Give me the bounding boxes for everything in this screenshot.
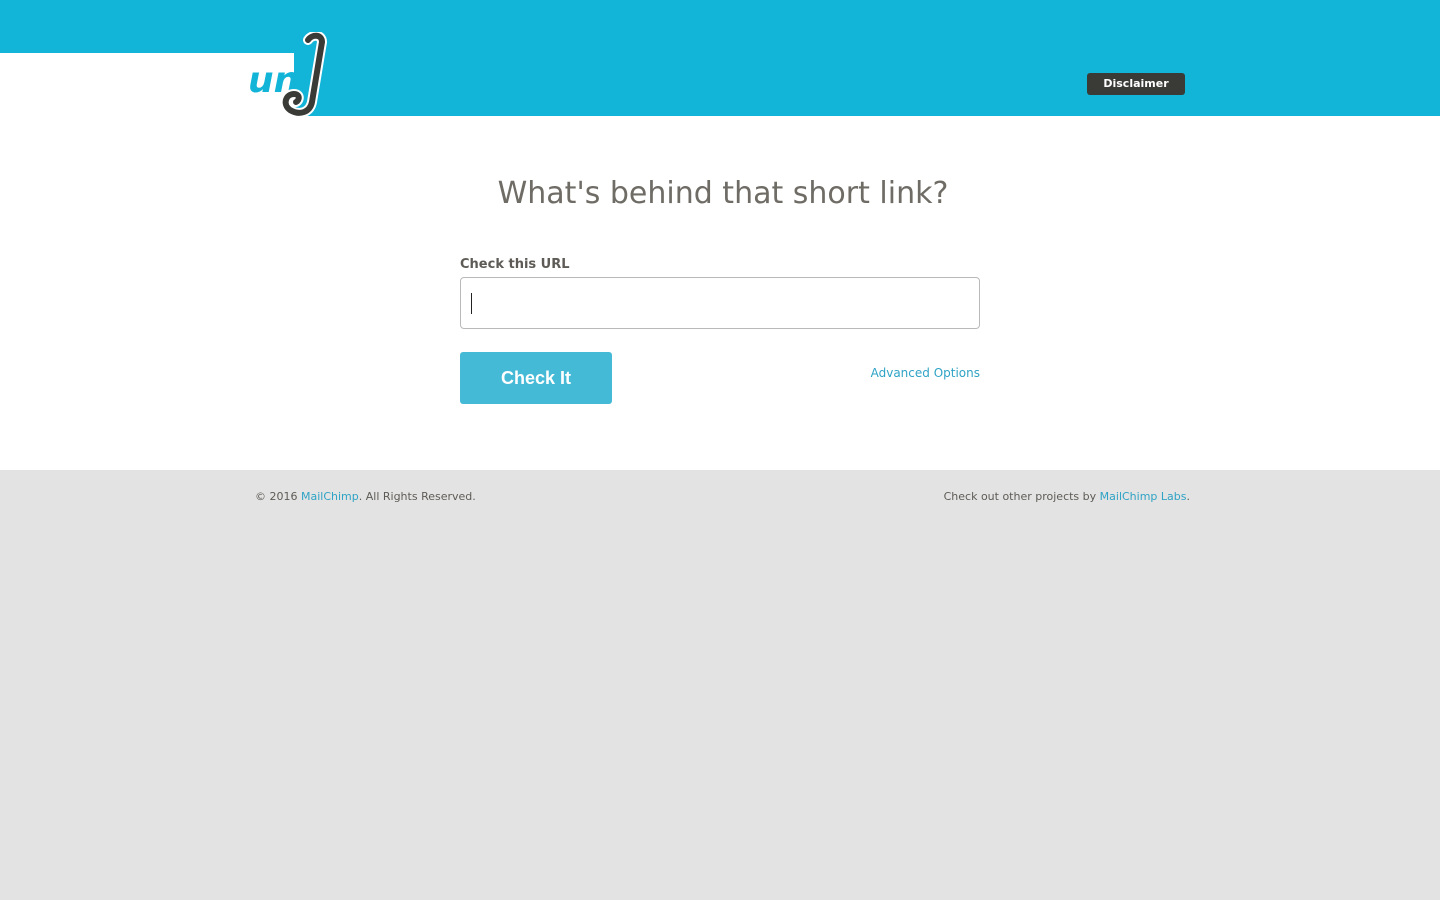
copyright-suffix: . All Rights Reserved. bbox=[358, 490, 476, 503]
projects-suffix: . bbox=[1186, 490, 1191, 503]
mailchimp-link[interactable]: MailChimp bbox=[301, 490, 359, 503]
advanced-options-link[interactable]: Advanced Options bbox=[871, 365, 980, 381]
unfurlr-logo[interactable]: un urlr bbox=[246, 32, 396, 120]
main-content: What's behind that short link? Check thi… bbox=[0, 116, 1440, 470]
site-header: un urlr Disclaimer bbox=[0, 0, 1440, 118]
projects-prefix: Check out other projects by bbox=[943, 490, 1100, 503]
disclaimer-button[interactable]: Disclaimer bbox=[1087, 73, 1185, 95]
page-title: What's behind that short link? bbox=[497, 176, 949, 211]
url-field-label: Check this URL bbox=[460, 257, 570, 272]
mailchimp-labs-link[interactable]: MailChimp Labs bbox=[1100, 490, 1187, 503]
copyright-prefix: © 2016 bbox=[255, 490, 301, 503]
check-it-button[interactable]: Check It bbox=[460, 352, 612, 404]
svg-text:urlr: urlr bbox=[322, 61, 394, 101]
other-projects-text: Check out other projects by MailChimp La… bbox=[944, 490, 1190, 504]
text-caret bbox=[471, 293, 472, 314]
url-input[interactable] bbox=[460, 277, 980, 329]
site-footer: © 2016 MailChimp. All Rights Reserved. C… bbox=[0, 470, 1440, 900]
copyright-text: © 2016 MailChimp. All Rights Reserved. bbox=[255, 490, 476, 504]
